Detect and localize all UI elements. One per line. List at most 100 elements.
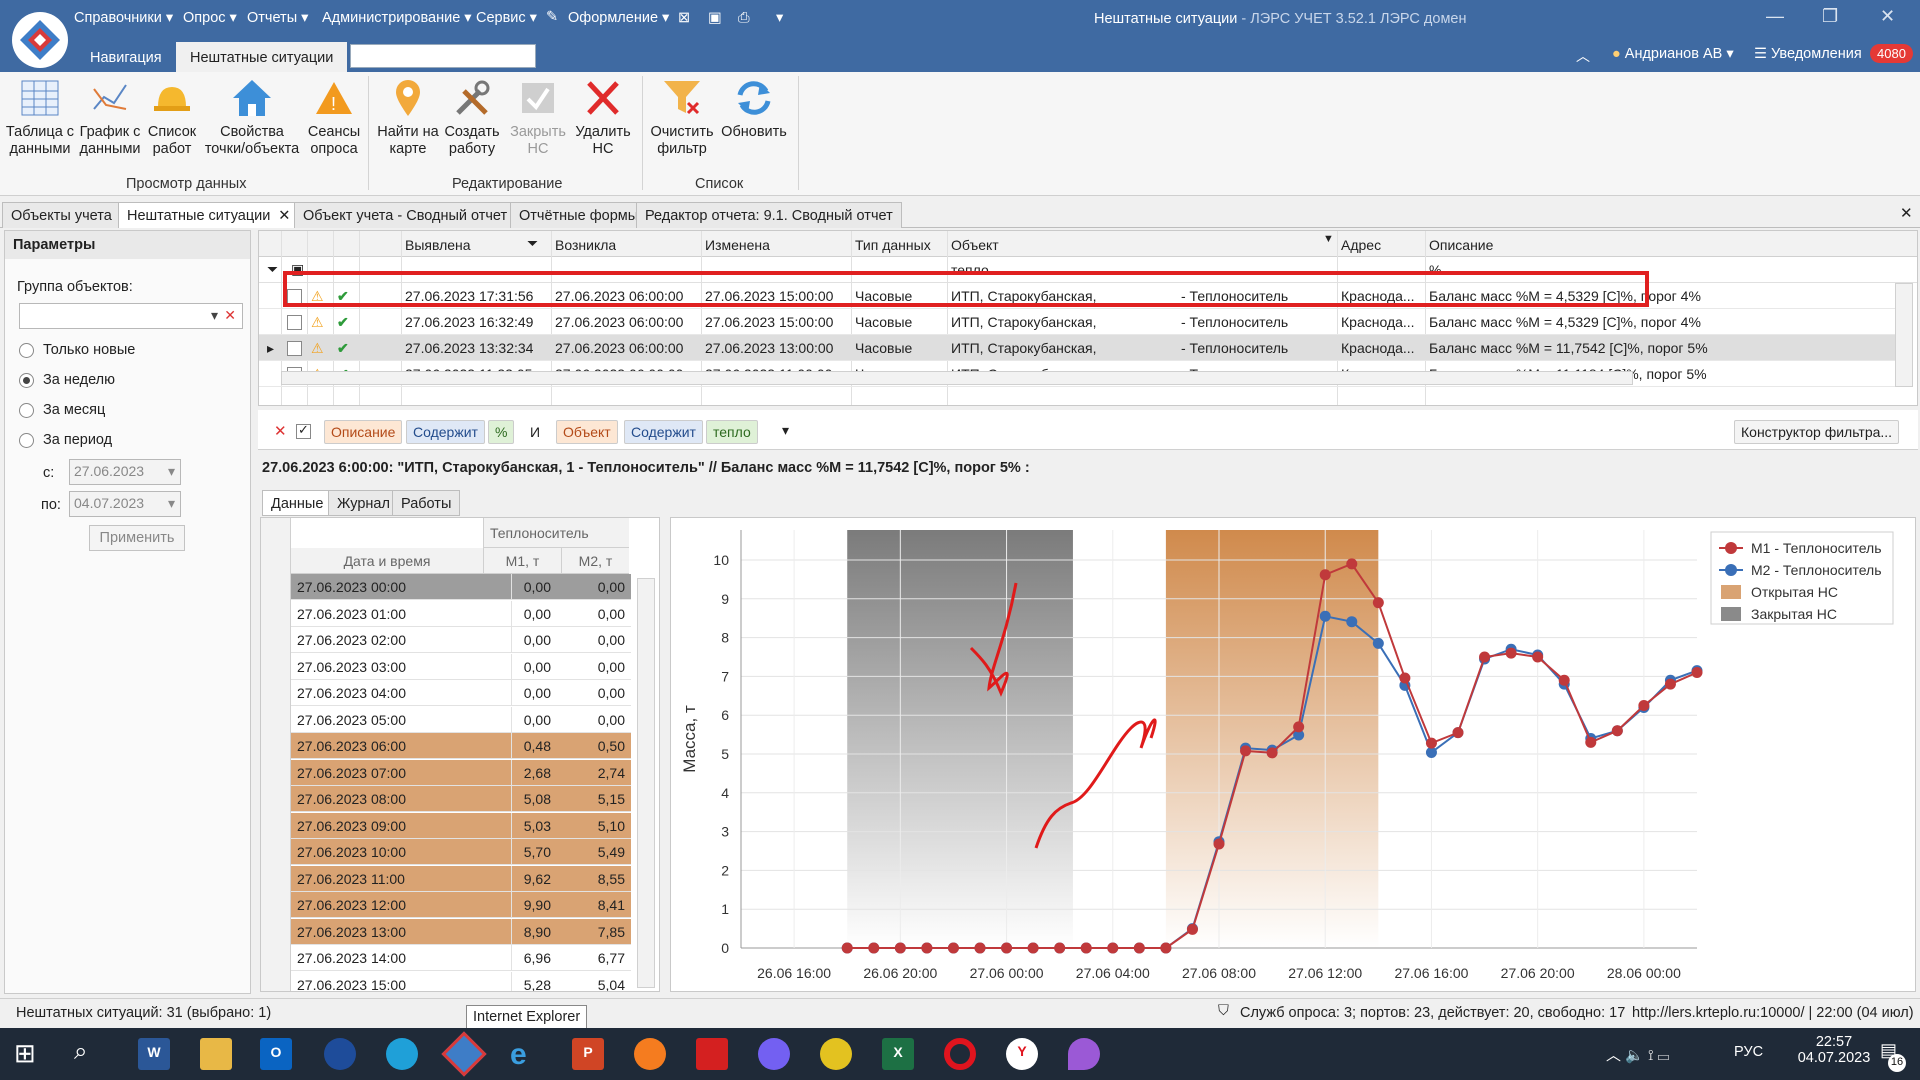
group-select[interactable]: ▾ ✕ <box>19 303 243 329</box>
word-icon[interactable]: W <box>138 1038 170 1070</box>
menu-service[interactable]: Сервис ▾ <box>476 10 537 26</box>
doc-tab-summary[interactable]: Объект учета - Сводный отчет <box>294 202 517 228</box>
clear-icon[interactable]: ✕ <box>224 307 236 324</box>
notifications-button[interactable]: ☰ Уведомления <box>1754 46 1862 62</box>
input-language[interactable]: РУС <box>1734 1044 1763 1060</box>
menu-otchety[interactable]: Отчеты ▾ <box>247 10 308 26</box>
table-row[interactable]: 27.06.2023 10:00 5,70 5,49 <box>291 839 631 865</box>
tray-icons[interactable]: ︿ 🔈 ⟟ ▭ <box>1606 1044 1669 1065</box>
excel-icon[interactable]: X <box>882 1038 914 1070</box>
data-table-button[interactable]: Таблица с данными <box>2 76 78 158</box>
table-vertical-scrollbar[interactable] <box>637 578 655 988</box>
app-logo[interactable] <box>12 12 68 68</box>
col-detected[interactable]: Выявлена <box>405 237 471 253</box>
row-checkbox[interactable] <box>287 341 302 356</box>
refresh-button[interactable]: Обновить <box>716 76 792 141</box>
cell-occurred[interactable]: 27.06.2023 06:00:00 <box>555 340 683 356</box>
table-row[interactable]: 27.06.2023 06:00 0,48 0,50 <box>291 733 631 759</box>
col-address[interactable]: Адрес <box>1341 237 1381 253</box>
filter-funnel-icon[interactable]: ⏷ <box>267 261 278 278</box>
internet-explorer-icon[interactable]: e <box>510 1038 542 1071</box>
col-occurred[interactable]: Возникла <box>555 237 616 253</box>
enable-filter-checkbox[interactable]: ✓ <box>296 422 311 439</box>
close-all-tabs-icon[interactable]: ✕ <box>1900 204 1913 222</box>
object-properties-button[interactable]: Свойства точки/объекта <box>202 76 302 158</box>
tab-navigation[interactable]: Навигация <box>76 42 176 72</box>
doc-tab-objects[interactable]: Объекты учета <box>2 202 121 228</box>
cell-object[interactable]: ИТП, Старокубанская, <box>951 340 1097 356</box>
cell-detected[interactable]: 27.06.2023 16:32:49 <box>405 314 533 330</box>
col-changed[interactable]: Изменена <box>705 237 770 253</box>
table-row[interactable]: 27.06.2023 00:00 0,00 0,00 <box>291 574 631 600</box>
filter-applied-icon[interactable]: ▼ <box>1323 233 1334 245</box>
cell-object-suffix[interactable]: - Теплоноситель <box>1181 340 1288 356</box>
cell-type[interactable]: Часовые <box>855 314 912 330</box>
cell-detected[interactable]: 27.06.2023 13:32:34 <box>405 340 533 356</box>
col-m1[interactable]: М1, т <box>483 548 561 574</box>
delete-incident-button[interactable]: Удалить НС <box>565 76 641 158</box>
filter-dropdown-icon[interactable]: ▾ <box>782 422 789 439</box>
chrome-icon[interactable] <box>820 1038 852 1070</box>
close-window-button[interactable]: ✕ <box>1880 6 1895 27</box>
cell-address[interactable]: Краснода... <box>1341 314 1415 330</box>
clock[interactable]: 22:57 04.07.2023 <box>1794 1034 1874 1066</box>
edge-icon[interactable] <box>386 1038 418 1070</box>
table-row[interactable]: 27.06.2023 04:00 0,00 0,00 <box>291 680 631 706</box>
yandex-icon[interactable]: Y <box>1006 1038 1038 1070</box>
radio-month[interactable] <box>19 403 34 418</box>
filter-builder-button[interactable]: Конструктор фильтра... <box>1734 420 1900 444</box>
cell-changed[interactable]: 27.06.2023 13:00:00 <box>705 340 833 356</box>
cell-description[interactable]: Баланс масс %M = 11,7542 [C]%, порог 5% <box>1429 340 1708 356</box>
doc-tab-editor[interactable]: Редактор отчета: 9.1. Сводный отчет <box>636 202 902 228</box>
powerpoint-icon[interactable]: P <box>572 1038 604 1070</box>
browser-icon[interactable] <box>324 1038 356 1070</box>
cell-object-suffix[interactable]: - Теплоноситель <box>1181 314 1288 330</box>
remove-filter-icon[interactable]: ✕ <box>274 422 287 440</box>
doc-tab-forms[interactable]: Отчётные формы <box>510 202 648 228</box>
and-label[interactable]: И <box>530 424 540 440</box>
from-date-field[interactable]: 27.06.2023 ▾ <box>69 459 181 485</box>
export-icon[interactable]: ▣ <box>708 10 722 26</box>
firefox-icon[interactable] <box>634 1038 666 1070</box>
menu-opros[interactable]: Опрос ▾ <box>183 10 237 26</box>
radio-week[interactable] <box>19 373 34 388</box>
minimize-button[interactable]: — <box>1766 6 1784 27</box>
apply-button[interactable]: Применить <box>89 525 185 551</box>
subtab-works[interactable]: Работы <box>392 490 461 516</box>
chip-value-percent[interactable]: % <box>488 420 515 444</box>
col-datetime[interactable]: Дата и время <box>291 548 483 574</box>
works-list-button[interactable]: Список работ <box>134 76 210 158</box>
row-checkbox[interactable] <box>287 315 302 330</box>
opera-icon[interactable] <box>944 1038 976 1070</box>
create-work-button[interactable]: Создать работу <box>434 76 510 158</box>
chip-value-teplo[interactable]: тепло <box>706 420 758 444</box>
clear-filter-button[interactable]: Очистить фильтр <box>644 76 720 158</box>
horizontal-scrollbar[interactable] <box>281 371 1633 385</box>
table-row[interactable]: 27.06.2023 12:00 9,90 8,41 <box>291 892 631 918</box>
vertical-scrollbar[interactable] <box>1895 283 1913 387</box>
cell-object[interactable]: ИТП, Старокубанская, <box>951 314 1097 330</box>
table-row[interactable]: 27.06.2023 05:00 0,00 0,00 <box>291 706 631 733</box>
search-icon[interactable]: ⌕ <box>74 1038 106 1070</box>
chip-contains-1[interactable]: Содержит <box>406 420 485 444</box>
cell-address[interactable]: Краснода... <box>1341 340 1415 356</box>
subtab-data[interactable]: Данные <box>262 490 333 516</box>
col-data-type[interactable]: Тип данных <box>855 237 931 253</box>
drop-app-icon[interactable] <box>1068 1038 1100 1070</box>
chip-description[interactable]: Описание <box>324 420 403 444</box>
table-row[interactable]: 27.06.2023 03:00 0,00 0,00 <box>291 653 631 680</box>
table-row[interactable]: 27.06.2023 07:00 2,68 2,74 <box>291 759 631 786</box>
chip-contains-2[interactable]: Содержит <box>624 420 703 444</box>
table-row[interactable]: 27.06.2023 02:00 0,00 0,00 <box>291 627 631 653</box>
table-row[interactable]: 27.06.2023 14:00 6,96 6,77 <box>291 945 631 971</box>
viber-icon[interactable] <box>758 1038 790 1070</box>
to-date-field[interactable]: 04.07.2023 ▾ <box>69 491 181 517</box>
radio-period[interactable] <box>19 433 34 448</box>
cell-type[interactable]: Часовые <box>855 340 912 356</box>
col-description[interactable]: Описание <box>1429 237 1493 253</box>
table-row[interactable]: 27.06.2023 15:00 5,28 5,04 <box>291 971 631 991</box>
close-tab-icon[interactable]: ✕ <box>278 208 290 224</box>
user-menu[interactable]: ● Андрианов АВ ▾ <box>1612 46 1734 62</box>
print-icon[interactable]: ⎙ <box>738 10 750 26</box>
maximize-button[interactable]: ❐ <box>1822 6 1838 27</box>
